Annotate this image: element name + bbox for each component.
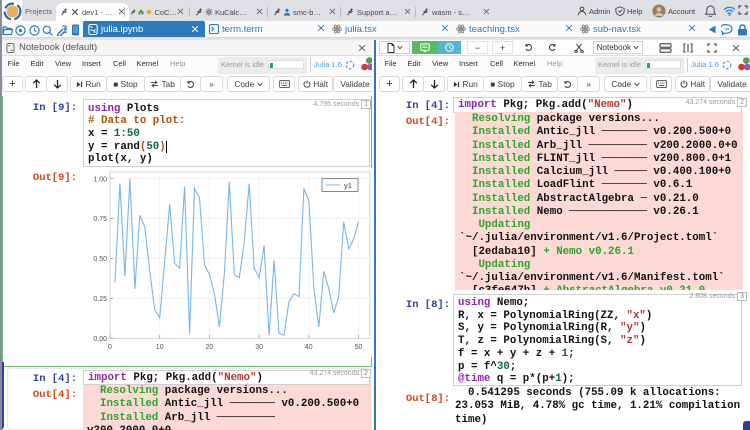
- svg-text:10: 10: [156, 344, 164, 351]
- svg-text:y1: y1: [344, 181, 352, 190]
- svg-text:0.00: 0.00: [93, 336, 107, 343]
- svg-text:0: 0: [108, 344, 112, 351]
- svg-text:20: 20: [206, 344, 214, 351]
- svg-text:40: 40: [305, 344, 313, 351]
- svg-text:30: 30: [255, 344, 263, 351]
- svg-text:0.75: 0.75: [93, 216, 107, 223]
- svg-text:0.25: 0.25: [93, 296, 107, 303]
- svg-text:50: 50: [355, 344, 363, 351]
- svg-text:0.50: 0.50: [93, 256, 107, 263]
- svg-text:1.00: 1.00: [93, 177, 107, 184]
